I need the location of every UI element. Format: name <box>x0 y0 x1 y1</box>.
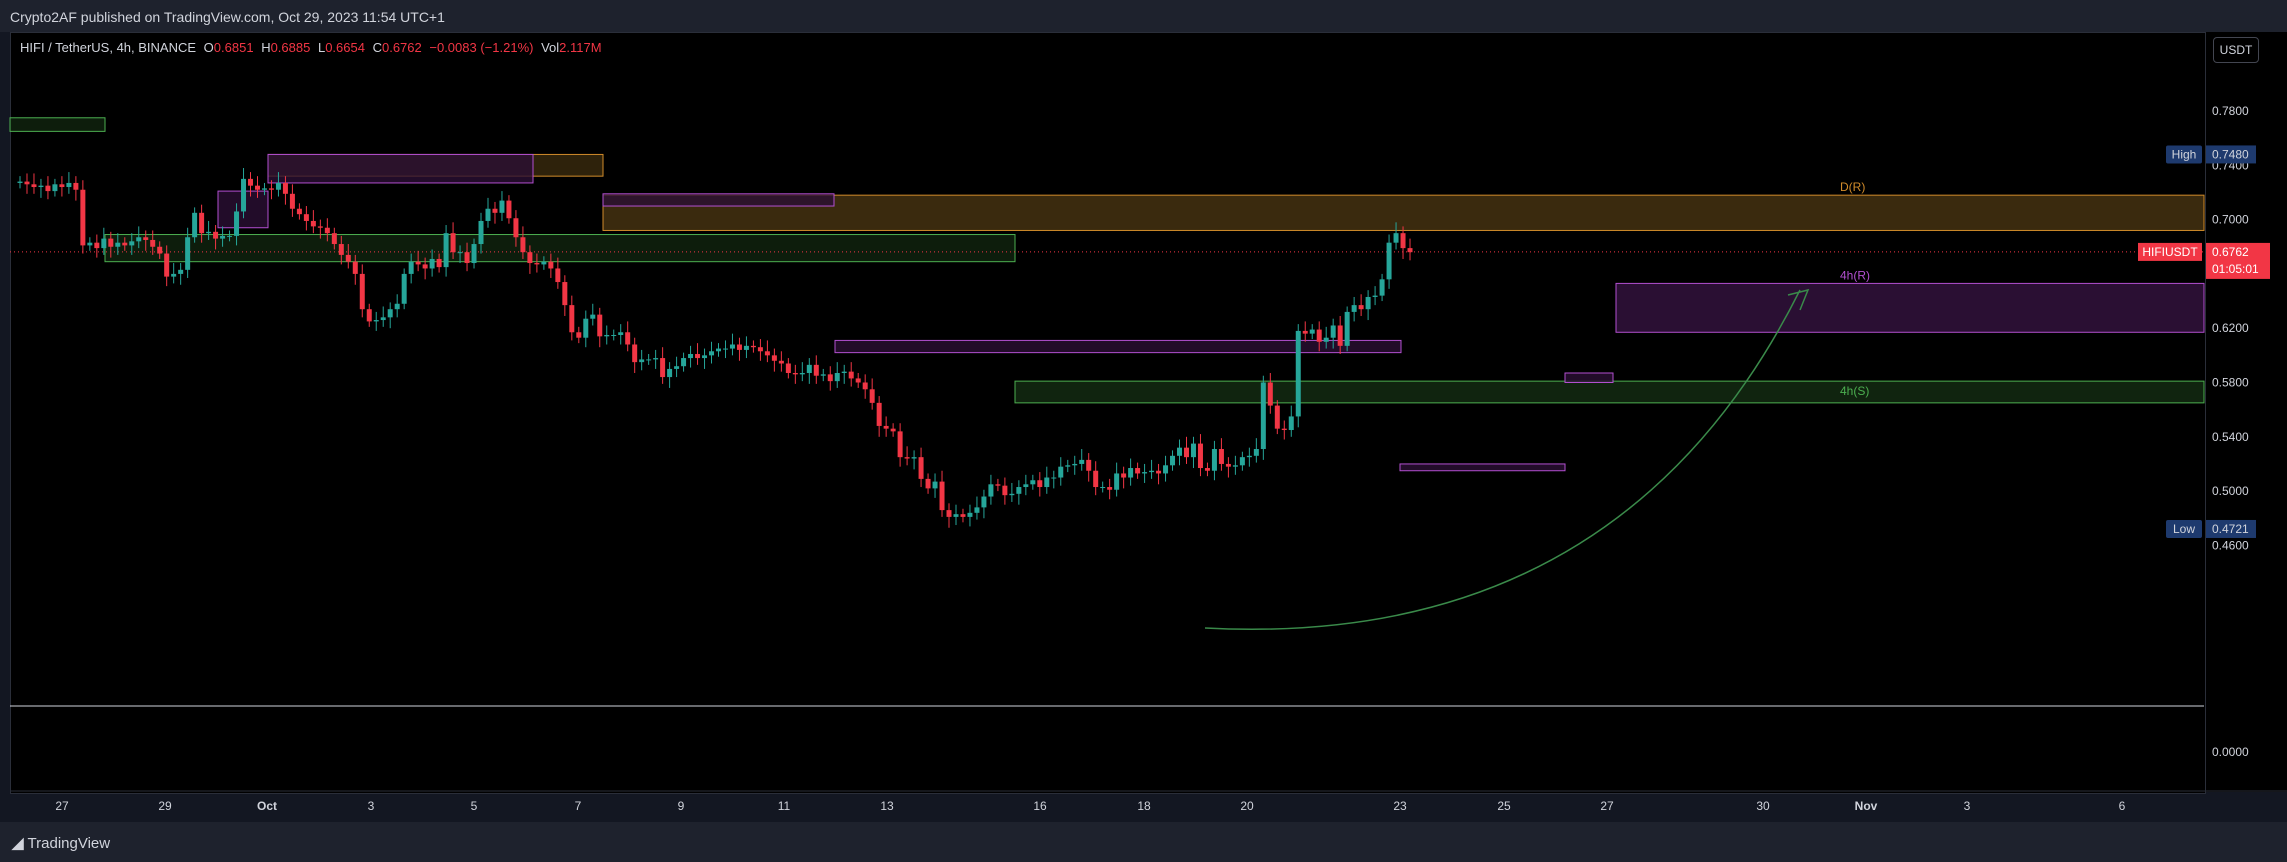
x-tick-label: 9 <box>678 799 685 813</box>
tradingview-icon: ◢ <box>12 835 24 852</box>
x-tick-label: Oct <box>257 799 277 813</box>
legend-symbol: HIFI / TetherUS, 4h, BINANCE <box>20 40 197 55</box>
legend-volume: 2.117M <box>559 40 602 55</box>
currency-button[interactable]: USDT <box>2213 37 2259 63</box>
x-tick-label: 6 <box>2119 799 2126 813</box>
legend-open: 0.6851 <box>213 40 254 55</box>
legend-change: −0.0083 (−1.21%) <box>429 40 534 55</box>
chart-pane[interactable] <box>10 32 2206 794</box>
x-tick-label: 25 <box>1497 799 1511 813</box>
price-scale[interactable] <box>2205 32 2287 792</box>
publish-header: Crypto2AF published on TradingView.com, … <box>0 0 2287 32</box>
legend-low: 0.6654 <box>325 40 365 55</box>
ohlc-legend: HIFI / TetherUS, 4h, BINANCE O0.6851 H0.… <box>20 40 606 55</box>
x-tick-label: 3 <box>368 799 375 813</box>
x-tick-label: 5 <box>471 799 478 813</box>
legend-vol-label: Vol <box>541 40 560 55</box>
x-tick-label: 30 <box>1756 799 1770 813</box>
x-tick-label: 3 <box>1964 799 1971 813</box>
x-tick-label: 27 <box>1600 799 1614 813</box>
footer-bar <box>0 822 2287 862</box>
x-axis-ticks: 27 29 Oct 3 5 7 9 11 13 16 18 20 23 25 27 30 Nov 3 6 <box>55 799 2125 813</box>
x-tick-label: 18 <box>1137 799 1151 813</box>
x-tick-label: 13 <box>880 799 894 813</box>
x-tick-label: 16 <box>1033 799 1047 813</box>
legend-c-label: C <box>372 40 382 55</box>
x-tick-label: 23 <box>1393 799 1407 813</box>
x-tick-label: 20 <box>1240 799 1254 813</box>
x-tick-label: 27 <box>55 799 69 813</box>
tradingview-logo: ◢ TradingView <box>12 834 110 852</box>
x-tick-label: 11 <box>778 799 791 813</box>
x-tick-label: 29 <box>158 799 172 813</box>
published-text: Crypto2AF published on TradingView.com, … <box>10 9 445 25</box>
brand-name: TradingView <box>27 835 111 852</box>
x-tick-label: 7 <box>575 799 582 813</box>
legend-high: 0.6885 <box>270 40 311 55</box>
legend-h-label: H <box>261 40 271 55</box>
legend-close: 0.6762 <box>381 40 422 55</box>
legend-o-label: O <box>203 40 214 55</box>
x-tick-label: Nov <box>1855 799 1878 813</box>
